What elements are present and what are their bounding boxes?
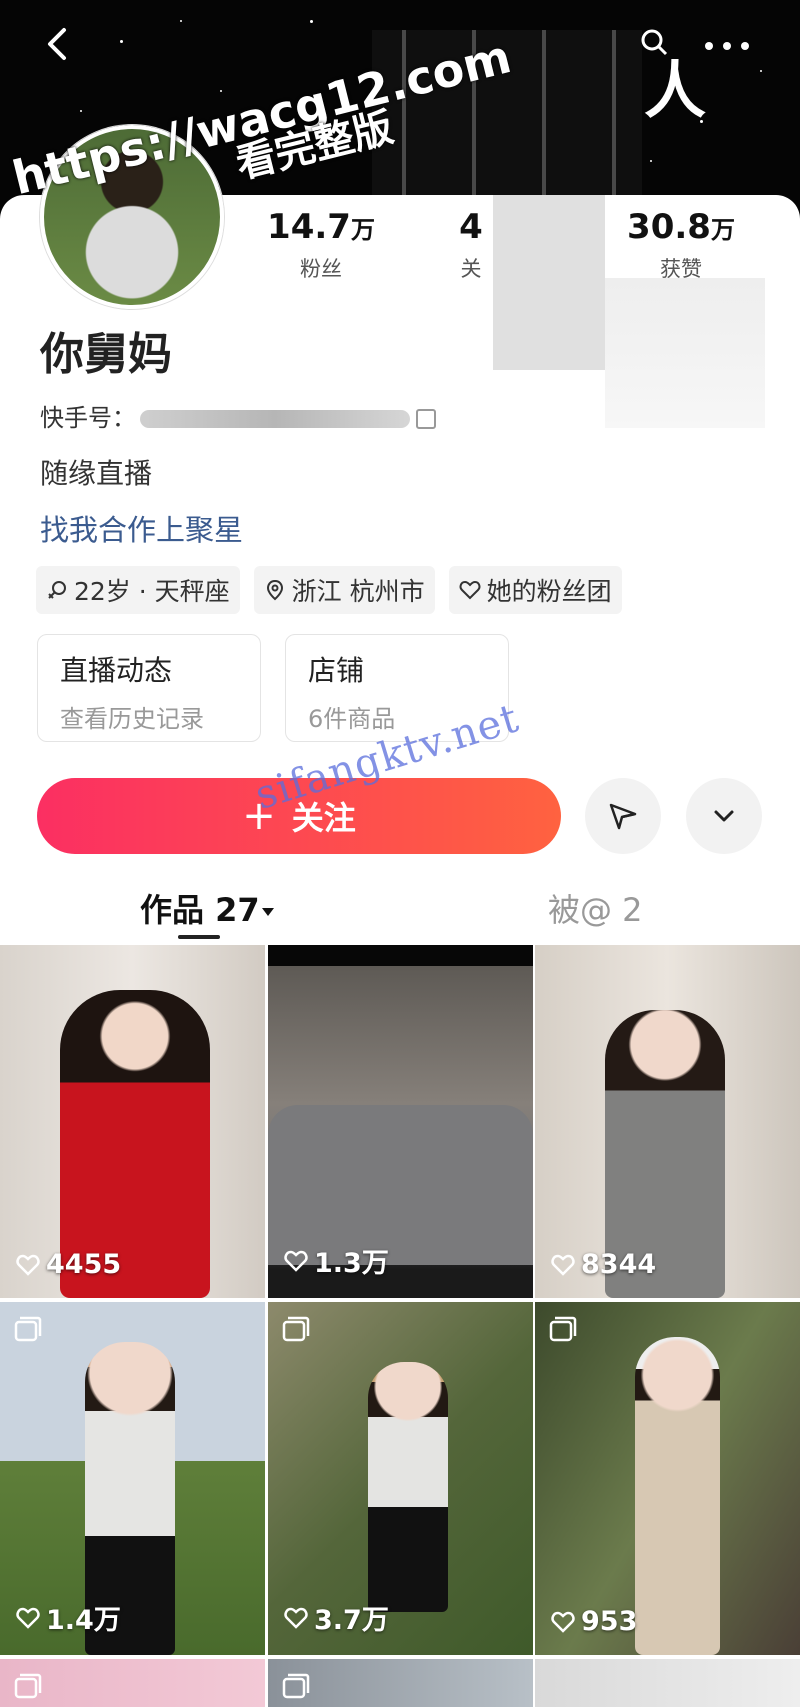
like-value: 3.7万 (314, 1605, 389, 1636)
like-value: 8344 (581, 1249, 657, 1280)
grid-item[interactable]: 1.3万 (268, 945, 533, 1298)
photo-album-icon (14, 1316, 42, 1342)
stat-unit: 万 (350, 216, 375, 244)
tab-works[interactable]: 作品 27 (140, 885, 274, 931)
gender-female-icon (48, 581, 66, 599)
grid-item[interactable]: 4455 (0, 945, 265, 1298)
tag-age: 22岁 · 天秤座 (36, 566, 240, 614)
tile-subtitle: 查看历史记录 (60, 705, 204, 733)
like-count: 3.7万 (284, 1598, 389, 1637)
stat-label: 粉丝 (300, 257, 342, 281)
tab-label: 作品 27 (140, 891, 260, 929)
like-count: 1.3万 (284, 1241, 389, 1280)
tag-text: 22岁 · 天秤座 (74, 577, 230, 606)
tile-title: 店铺 (308, 654, 365, 687)
more-button[interactable] (702, 22, 752, 62)
content-tabs: 作品 27 被@ 2 (0, 885, 800, 945)
tag-text: 浙江 杭州市 (291, 577, 425, 606)
heart-outline-icon (551, 1611, 575, 1633)
expand-button[interactable] (686, 778, 762, 854)
works-grid: 4455 1.3万 8344 1.4万 3.7万 953 (0, 945, 800, 1707)
heart-outline-icon (459, 580, 481, 600)
redaction-blur (605, 278, 765, 428)
like-count: 4455 (16, 1249, 121, 1280)
heart-outline-icon (16, 1254, 40, 1276)
more-icon (705, 42, 749, 50)
photo-album-icon (282, 1673, 310, 1699)
grid-item[interactable]: 3.7万 (268, 1302, 533, 1655)
grid-item[interactable] (535, 1659, 800, 1707)
grid-item[interactable]: 8344 (535, 945, 800, 1298)
grid-item[interactable] (268, 1659, 533, 1707)
heart-outline-icon (551, 1254, 575, 1276)
tag-fan-club[interactable]: 她的粉丝团 (448, 566, 622, 614)
like-value: 1.3万 (314, 1248, 389, 1279)
tag-text: 她的粉丝团 (486, 577, 612, 606)
caret-down-icon (261, 908, 274, 916)
photo-album-icon (14, 1673, 42, 1699)
tag-location: 浙江 杭州市 (253, 566, 435, 614)
heart-outline-icon (16, 1607, 40, 1629)
star-decoration (760, 70, 762, 72)
grid-item[interactable]: 1.4万 (0, 1302, 265, 1655)
like-value: 953 (581, 1606, 638, 1637)
tab-indicator (178, 935, 220, 939)
search-button[interactable] (640, 28, 668, 56)
search-icon (641, 29, 668, 56)
tile-title: 直播动态 (60, 654, 173, 687)
photo-album-icon (549, 1316, 577, 1342)
star-decoration (650, 160, 652, 162)
stat-value: 4 (459, 207, 483, 247)
collab-link[interactable]: 找我合作上聚星 (40, 507, 243, 549)
stat-likes[interactable]: 30.8万 获赞 (606, 207, 756, 283)
stat-value: 30.8 (627, 207, 711, 247)
chevron-down-icon (714, 810, 734, 822)
grid-item[interactable] (0, 1659, 265, 1707)
like-value: 4455 (46, 1249, 122, 1280)
like-count: 8344 (551, 1249, 656, 1280)
profile-name: 你舅妈 (40, 329, 172, 380)
photo-subject (368, 1362, 448, 1612)
paper-plane-icon (609, 803, 637, 830)
stat-fans[interactable]: 14.7万 粉丝 (246, 207, 396, 283)
grid-item[interactable]: 953 (535, 1302, 800, 1655)
photo-subject (635, 1337, 720, 1655)
redaction-blur (493, 195, 605, 370)
kuaishou-id[interactable]: 快手号： (40, 398, 436, 433)
heart-outline-icon (284, 1250, 308, 1272)
stat-value: 14.7 (267, 207, 351, 247)
redaction-blur (140, 410, 410, 428)
photo-album-icon (282, 1316, 310, 1342)
like-count: 1.4万 (16, 1598, 121, 1637)
profile-bio: 随缘直播 (40, 457, 153, 490)
like-value: 1.4万 (46, 1605, 121, 1636)
copy-icon[interactable] (416, 409, 436, 429)
like-count: 953 (551, 1606, 637, 1637)
kuaishou-id-label: 快手号： (40, 404, 136, 432)
heart-outline-icon (284, 1607, 308, 1629)
tile-live-history[interactable]: 直播动态 查看历史记录 (37, 634, 261, 742)
location-pin-icon (266, 579, 283, 601)
tab-mentions[interactable]: 被@ 2 (548, 885, 643, 931)
share-button[interactable] (585, 778, 661, 854)
profile-tags: 22岁 · 天秤座 浙江 杭州市 她的粉丝团 (36, 566, 622, 614)
stat-unit: 万 (710, 216, 735, 244)
